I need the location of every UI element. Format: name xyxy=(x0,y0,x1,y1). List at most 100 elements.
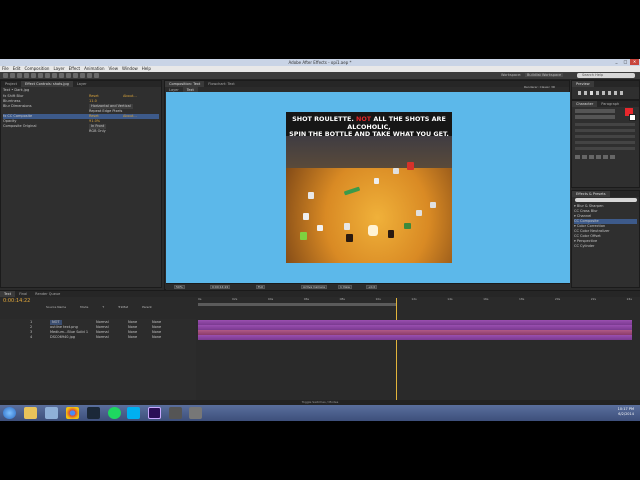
view-layout-select[interactable]: 1 View xyxy=(338,285,352,289)
property-row[interactable]: RGB Only xyxy=(3,129,159,134)
small-caps-button[interactable] xyxy=(596,155,601,159)
camera-tool-icon[interactable] xyxy=(31,73,36,78)
rotate-tool-icon[interactable] xyxy=(24,73,29,78)
ram-preview-icon[interactable] xyxy=(620,91,623,95)
zoom-select[interactable]: 50% xyxy=(174,285,185,289)
previous-frame-icon[interactable] xyxy=(584,91,587,95)
libraries-icon[interactable] xyxy=(45,407,58,419)
time-ruler[interactable]: 0s 02s 04s 06s 08s 10s 12s 14s 16s 18s 2… xyxy=(198,297,632,302)
audio-icon[interactable] xyxy=(608,91,611,95)
tab-render-queue[interactable]: Render Queue xyxy=(31,291,64,297)
layer-number: 4 xyxy=(30,335,33,339)
type-tool-icon[interactable] xyxy=(59,73,64,78)
start-button-icon[interactable] xyxy=(3,407,16,419)
spotify-icon[interactable] xyxy=(108,407,121,419)
rgb-only-checkbox[interactable]: RGB Only xyxy=(89,129,106,134)
scale-row[interactable] xyxy=(575,141,635,144)
tracking-row[interactable] xyxy=(575,129,635,132)
baseline-row[interactable] xyxy=(575,147,635,150)
last-frame-icon[interactable] xyxy=(602,91,605,95)
skype-icon[interactable] xyxy=(127,407,140,419)
red-cup xyxy=(407,162,414,170)
resolution-select[interactable]: Full xyxy=(256,285,266,289)
font-family-select[interactable] xyxy=(575,109,615,113)
ruler-tick: 24s xyxy=(626,297,632,301)
shot-glass xyxy=(303,213,309,220)
renderer-indicator[interactable]: Renderer: Classic 3D xyxy=(524,85,555,89)
current-time-display[interactable]: 0:00:14:22 xyxy=(210,285,231,289)
chrome-icon[interactable] xyxy=(66,407,79,419)
viewer-controls-bar: 50% 0:00:14:22 Full Active Camera 1 View… xyxy=(166,283,570,290)
layer-parent[interactable]: None xyxy=(152,335,161,340)
tab-preview[interactable]: Preview xyxy=(572,81,594,87)
subscript-button[interactable] xyxy=(610,155,615,159)
layer-duration-bar[interactable] xyxy=(198,335,632,340)
tab-timeline-text[interactable]: Text xyxy=(0,291,16,297)
composition-frame[interactable]: SHOT ROULETTE. NOT ALL THE SHOTS ARE ALC… xyxy=(286,112,452,263)
tab-effects-presets[interactable]: Effects & Presets xyxy=(572,191,610,197)
effects-item[interactable]: CC Cylinder xyxy=(574,244,637,249)
hand-tool-icon[interactable] xyxy=(10,73,15,78)
layer-name[interactable]: DSC06940.jpg xyxy=(50,335,75,340)
timeline-timecode[interactable]: 0:00:14:22 xyxy=(3,298,30,304)
next-frame-icon[interactable] xyxy=(596,91,599,95)
puppet-tool-icon[interactable] xyxy=(94,73,99,78)
workspace-label: Workspace: xyxy=(501,73,522,77)
search-help-input[interactable]: Search Help xyxy=(577,73,635,78)
clone-stamp-tool-icon[interactable] xyxy=(73,73,78,78)
workspace-select[interactable]: Buildlist Workspace xyxy=(525,73,564,77)
shot-glass xyxy=(308,192,314,199)
system-clock[interactable]: 10:17 PM 6/2/2014 xyxy=(618,407,634,417)
exposure-value[interactable]: +0.0 xyxy=(366,285,378,289)
layer-trkmat[interactable]: None xyxy=(128,335,137,340)
minimize-button[interactable]: _ xyxy=(612,59,621,65)
glass-glare xyxy=(368,225,378,236)
loop-icon[interactable] xyxy=(614,91,617,95)
tab-effect-controls[interactable]: Effect Controls: shots.jpg xyxy=(20,81,73,87)
brush-tool-icon[interactable] xyxy=(66,73,71,78)
tools-toolbar: Workspace: Buildlist Workspace Search He… xyxy=(0,72,640,80)
first-frame-icon[interactable] xyxy=(578,91,581,95)
stroke-color-swatch[interactable] xyxy=(629,114,636,121)
effects-search-input[interactable] xyxy=(575,198,637,202)
roto-brush-tool-icon[interactable] xyxy=(87,73,92,78)
superscript-button[interactable] xyxy=(603,155,608,159)
font-size-row[interactable] xyxy=(575,123,635,126)
shot-glass xyxy=(374,178,379,184)
app-icon[interactable] xyxy=(169,407,182,419)
work-area-bar[interactable] xyxy=(198,303,396,306)
play-icon[interactable] xyxy=(590,91,593,95)
selection-tool-icon[interactable] xyxy=(3,73,8,78)
tab-layer[interactable]: Layer xyxy=(73,81,91,87)
all-caps-button[interactable] xyxy=(589,155,594,159)
tab-timeline-final[interactable]: Final xyxy=(15,291,31,297)
green-shot xyxy=(404,223,411,229)
ruler-tick: 16s xyxy=(483,297,489,301)
after-effects-icon[interactable] xyxy=(148,407,161,419)
eraser-tool-icon[interactable] xyxy=(80,73,85,78)
property-label: Blur Dimensions xyxy=(3,104,32,108)
pen-tool-icon[interactable] xyxy=(52,73,57,78)
ruler-tick: 10s xyxy=(375,297,381,301)
maximize-button[interactable]: □ xyxy=(621,59,630,65)
layer-row[interactable]: 4 DSC06940.jpg Normal None None xyxy=(30,335,196,340)
mask-tool-icon[interactable] xyxy=(45,73,50,78)
font-style-select[interactable] xyxy=(575,115,615,119)
zoom-tool-icon[interactable] xyxy=(17,73,22,78)
faux-bold-button[interactable] xyxy=(575,155,580,159)
tab-character[interactable]: Character xyxy=(572,101,598,107)
faux-italic-button[interactable] xyxy=(582,155,587,159)
tab-paragraph[interactable]: Paragraph xyxy=(597,101,623,107)
layer-mode[interactable]: Normal xyxy=(96,335,109,340)
app-icon[interactable] xyxy=(189,407,202,419)
pan-behind-tool-icon[interactable] xyxy=(38,73,43,78)
camera-select[interactable]: Active Camera xyxy=(301,285,328,289)
stroke-width-row[interactable] xyxy=(575,135,635,138)
close-button[interactable]: ✕ xyxy=(630,59,639,65)
tab-project[interactable]: Project xyxy=(1,81,21,87)
current-time-indicator[interactable] xyxy=(396,298,397,401)
timeline-tracks[interactable] xyxy=(196,302,640,401)
steam-icon[interactable] xyxy=(87,407,100,419)
caption-text: SHOT ROULETTE. NOT ALL THE SHOTS ARE ALC… xyxy=(286,112,452,138)
file-explorer-icon[interactable] xyxy=(24,407,37,419)
